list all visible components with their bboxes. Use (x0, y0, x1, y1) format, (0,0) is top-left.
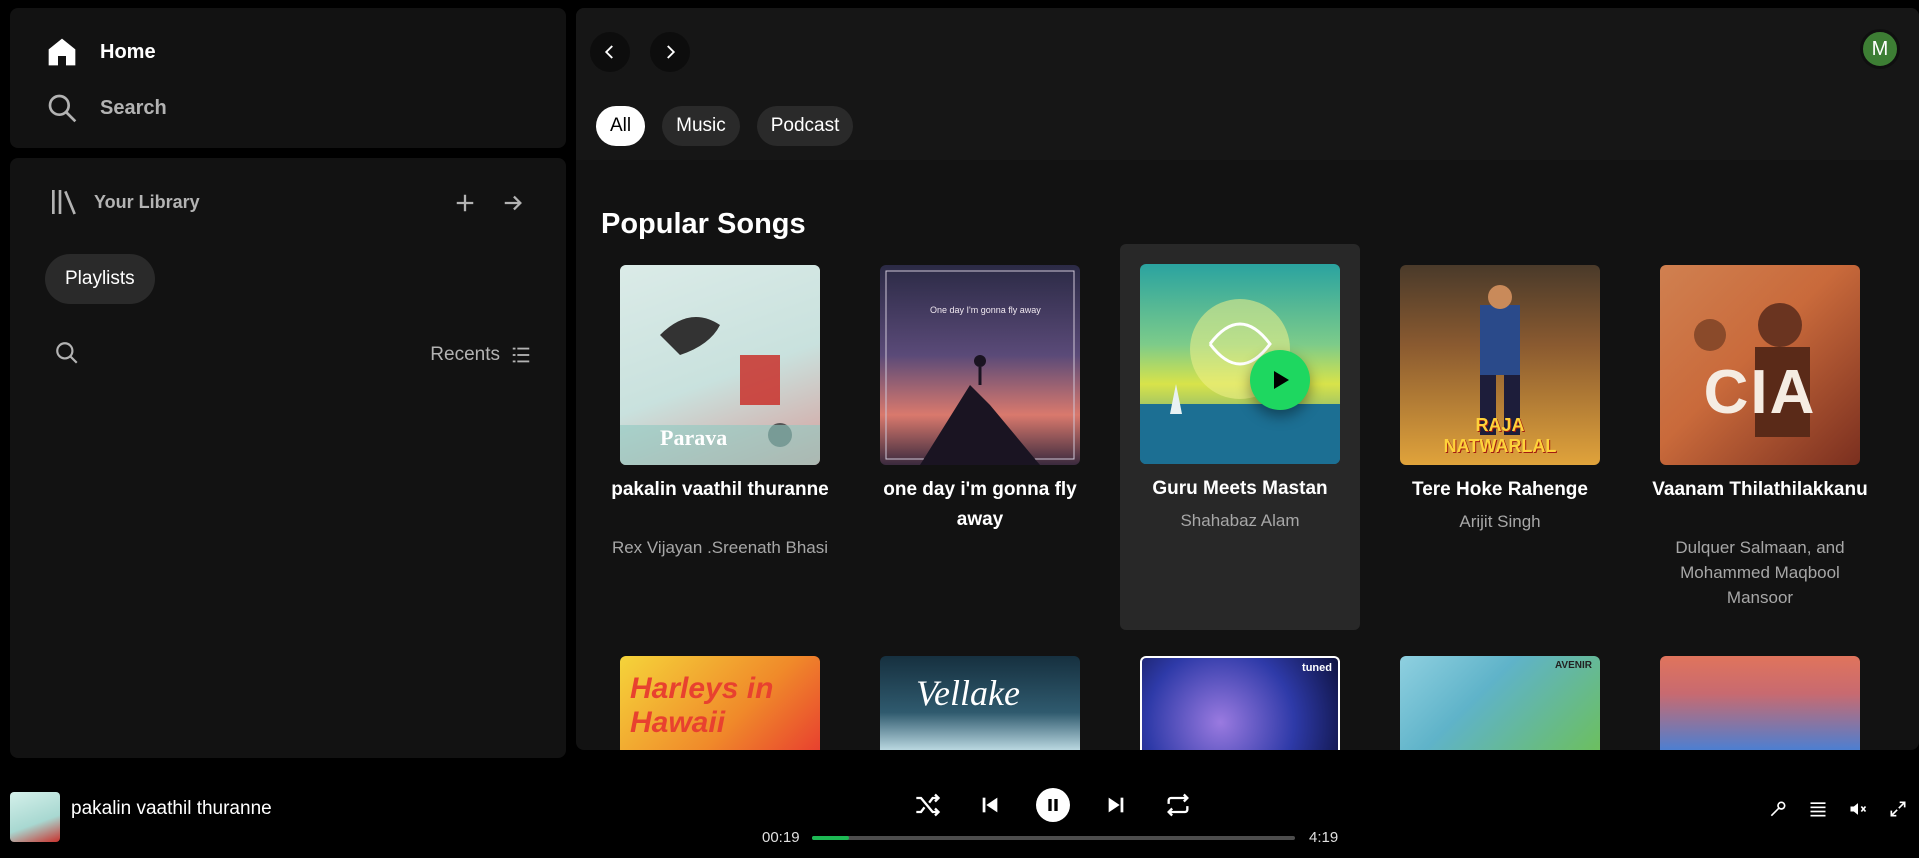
shuffle-icon (916, 793, 941, 817)
filter-podcast[interactable]: Podcast (756, 106, 854, 146)
song-title: Tere Hoke Rahenge (1412, 479, 1588, 500)
sort-recents[interactable]: Recents (430, 344, 532, 366)
app: Home Search Your Library Playlists Recen… (0, 0, 1919, 858)
album-cover: Harleys in Hawaii (620, 656, 820, 750)
arrow-right-icon[interactable] (500, 190, 526, 216)
album-cover: CIA (1660, 265, 1860, 465)
song-card[interactable]: Parava pakalin vaathil thuranne Rex Vija… (600, 245, 840, 631)
repeat-button[interactable] (1162, 789, 1194, 821)
total-time: 4:19 (1309, 829, 1339, 846)
play-icon (1274, 371, 1289, 389)
cover-text: tuned (1302, 662, 1332, 674)
search-icon (48, 94, 77, 123)
library-header[interactable]: Your Library (48, 186, 200, 218)
album-cover: One day I'm gonna fly away (880, 265, 1080, 465)
nav-search-label: Search (100, 96, 167, 119)
plus-icon[interactable] (452, 190, 478, 216)
song-artist: Dulquer Salmaan, and Mohammed Maqbool Ma… (1675, 538, 1845, 607)
player-bar: pakalin vaathil thuranne 00:19 4:19 (0, 758, 1919, 858)
shuffle-button[interactable] (912, 789, 944, 821)
repeat-icon (1167, 793, 1189, 817)
song-card[interactable]: RAJA NATWARLAL Tere Hoke Rahenge Arijit … (1380, 245, 1620, 631)
chevron-left-icon (604, 45, 613, 59)
nav-home[interactable]: Home (46, 36, 156, 68)
song-artist: Shahabaz Alam (1180, 511, 1300, 530)
back-button[interactable] (590, 32, 630, 72)
fullscreen-icon[interactable] (1887, 798, 1909, 820)
sidebar-nav: Home Search (10, 8, 566, 148)
album-cover: RAJA NATWARLAL (1400, 265, 1600, 465)
home-icon (48, 38, 76, 66)
volume-muted-icon[interactable] (1847, 798, 1869, 820)
filter-all[interactable]: All (596, 106, 646, 146)
song-card[interactable]: One day I'm gonna fly away one day i'm g… (860, 245, 1100, 631)
extra-controls (1767, 798, 1909, 820)
pause-icon (1048, 799, 1058, 811)
album-cover: tuned (1140, 656, 1340, 750)
cover-text: One day I'm gonna fly away (930, 305, 1041, 315)
chip-playlists[interactable]: Playlists (45, 254, 155, 304)
album-cover: Vellake (880, 656, 1080, 750)
cover-text: Parava (660, 425, 728, 450)
song-card[interactable]: Guru Meets Mastan Shahabaz Alam (1120, 244, 1360, 630)
progress-bar[interactable] (812, 836, 1295, 840)
next-button[interactable] (1100, 789, 1132, 821)
main-header: M All Music Podcast (576, 8, 1919, 160)
library-icon (52, 190, 76, 215)
skip-forward-icon (1108, 797, 1124, 813)
filter-music[interactable]: Music (662, 106, 740, 146)
chevron-right-icon (667, 45, 676, 59)
cover-text: AVENIR (1554, 660, 1592, 671)
playback-controls (912, 788, 1194, 822)
cover-text: Vellake (916, 673, 1020, 713)
library-actions (452, 190, 526, 216)
library-title: Your Library (94, 191, 200, 212)
current-time: 00:19 (762, 829, 800, 846)
section-title: Popular Songs (601, 208, 806, 240)
nav-home-label: Home (100, 40, 156, 63)
skip-back-icon (982, 797, 998, 813)
song-artist: Rex Vijayan .Sreenath Bhasi (611, 538, 829, 557)
avatar[interactable]: M (1860, 29, 1900, 69)
play-button[interactable] (1250, 350, 1310, 410)
previous-button[interactable] (974, 789, 1006, 821)
cover-text: RAJA NATWARLAL (1443, 415, 1557, 456)
song-title: pakalin vaathil thuranne (611, 479, 829, 500)
song-title: Vaanam Thilathilakkanu (1652, 479, 1868, 500)
main-content: M All Music Podcast Popular Songs Parava… (576, 8, 1919, 750)
progress-fill (812, 836, 849, 840)
microphone-icon[interactable] (1767, 798, 1789, 820)
album-cover (1140, 264, 1340, 464)
queue-icon[interactable] (1807, 798, 1829, 820)
now-playing-thumb[interactable] (10, 792, 60, 842)
album-cover (1660, 656, 1860, 750)
library-search-icon[interactable] (54, 340, 80, 366)
song-artist: Arijit Singh (1459, 512, 1541, 531)
now-playing-title[interactable]: pakalin vaathil thuranne (71, 798, 272, 820)
sort-label: Recents (430, 344, 500, 365)
song-title: Guru Meets Mastan (1152, 478, 1328, 499)
filter-chips: All Music Podcast (596, 106, 854, 146)
pause-button[interactable] (1036, 788, 1070, 822)
cover-text: Harleys in Hawaii (630, 672, 774, 739)
song-title: one day i'm gonna fly away (883, 479, 1077, 530)
nav-search[interactable]: Search (46, 92, 167, 124)
album-cover: AVENIR (1400, 656, 1600, 750)
forward-button[interactable] (650, 32, 690, 72)
cover-text: CIA (1703, 358, 1817, 427)
album-cover: Parava (620, 265, 820, 465)
song-card[interactable]: CIA Vaanam Thilathilakkanu Dulquer Salma… (1640, 245, 1880, 631)
library-panel: Your Library Playlists Recents (10, 158, 566, 758)
list-icon (512, 347, 530, 363)
